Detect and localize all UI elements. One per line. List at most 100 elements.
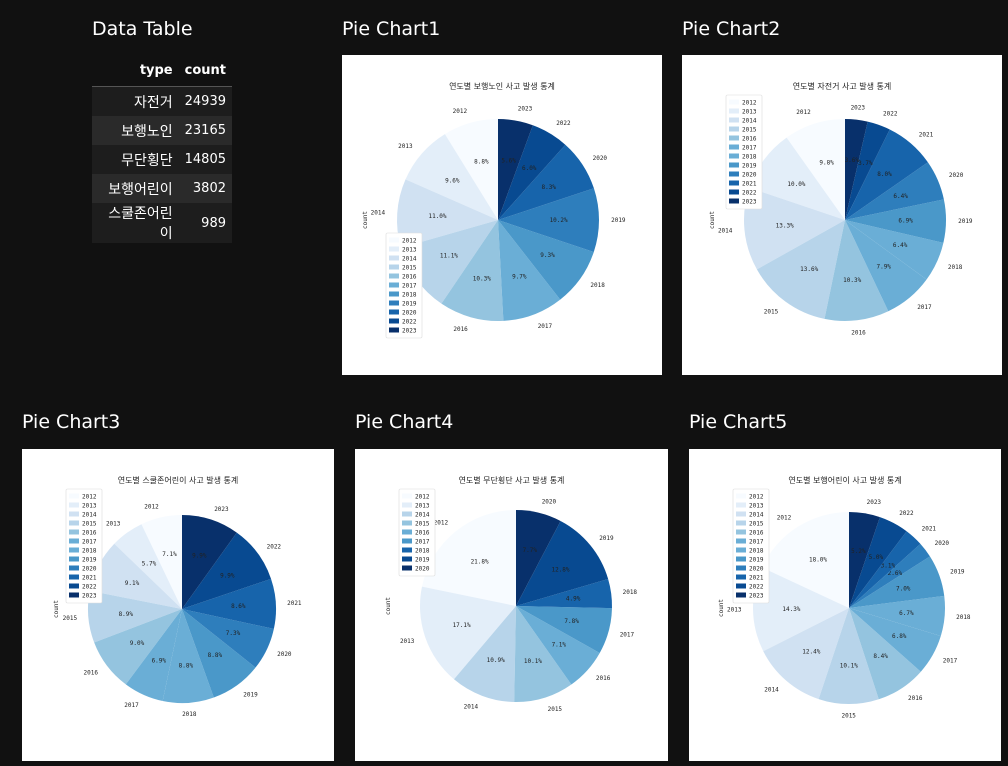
pie-svg: 연도별 보행어린이 사고 발생 통계 count 18.0% 2012 14.3% 201… xyxy=(718,475,971,720)
slice-percent-label: 6.9% xyxy=(898,218,913,225)
legend-label: 2019 xyxy=(82,557,97,564)
legend-label: 2018 xyxy=(742,154,757,161)
table-header-row: type count xyxy=(92,60,232,87)
slice-category-label: 2012 xyxy=(796,109,811,116)
slice-category-label: 2023 xyxy=(214,506,229,513)
slice-percent-label: 5.7% xyxy=(142,560,157,567)
legend-swatch xyxy=(729,126,739,132)
slice-category-label: 2016 xyxy=(851,329,866,336)
legend-swatch xyxy=(736,556,746,562)
legend-label: 2023 xyxy=(742,199,757,206)
legend-label: 2012 xyxy=(402,238,417,245)
pie-svg: 연도별 보행노인 사고 발생 통계 count 8.8% 2012 9.6% 2013 11… xyxy=(362,81,626,339)
legend-swatch xyxy=(69,556,79,562)
slice-percent-label: 10.1% xyxy=(840,663,858,670)
slice-percent-label: 9.9% xyxy=(220,572,235,579)
count-cell: 3802 xyxy=(178,174,232,203)
column-header-count: count xyxy=(178,60,232,87)
slice-category-label: 2019 xyxy=(599,535,614,542)
type-cell: 보행어린이 xyxy=(92,174,179,203)
chart-title: 연도별 무단횡단 사고 발생 통계 xyxy=(459,475,565,485)
slice-percent-label: 5.2% xyxy=(851,548,866,555)
legend-swatch xyxy=(69,565,79,571)
slice-percent-label: 7.1% xyxy=(162,551,177,558)
slice-category-label: 2020 xyxy=(542,499,557,506)
chart-title: 연도별 보행노인 사고 발생 통계 xyxy=(449,81,555,91)
legend-label: 2016 xyxy=(82,530,97,537)
legend-label: 2021 xyxy=(749,575,764,582)
legend-label: 2016 xyxy=(742,136,757,143)
slice-category-label: 2019 xyxy=(958,218,973,225)
legend-label: 2018 xyxy=(402,292,417,299)
legend-swatch xyxy=(729,189,739,195)
legend-label: 2020 xyxy=(742,172,757,179)
slice-percent-label: 8.9% xyxy=(119,611,134,618)
slice-category-label: 2015 xyxy=(548,706,563,713)
legend-swatch xyxy=(736,511,746,517)
legend-swatch xyxy=(736,538,746,544)
legend-label: 2013 xyxy=(415,503,430,510)
slice-category-label: 2020 xyxy=(949,172,964,179)
legend-swatch xyxy=(389,255,399,261)
data-table-heading: Data Table xyxy=(92,18,193,40)
legend-swatch xyxy=(729,180,739,186)
slice-percent-label: 6.7% xyxy=(899,610,914,617)
slice-category-label: 2023 xyxy=(851,105,866,112)
slice-category-label: 2014 xyxy=(371,209,386,216)
slice-percent-label: 8.0% xyxy=(877,171,892,178)
slice-category-label: 2021 xyxy=(919,131,934,138)
slice-percent-label: 8.8% xyxy=(208,652,223,659)
slice-percent-label: 11.1% xyxy=(440,253,458,260)
table-row: 보행어린이 3802 xyxy=(92,174,232,203)
slice-percent-label: 10.3% xyxy=(843,277,861,284)
legend-swatch xyxy=(736,547,746,553)
legend-swatch xyxy=(69,547,79,553)
table-row: 보행노인 23165 xyxy=(92,116,232,145)
pie-chart2-heading: Pie Chart2 xyxy=(682,18,781,40)
legend-label: 2023 xyxy=(402,328,417,335)
legend-swatch xyxy=(69,511,79,517)
legend-label: 2016 xyxy=(402,274,417,281)
pie-svg: 연도별 스쿨존어린이 사고 발생 통계 count 7.1% 2012 5.7% 2013… xyxy=(53,475,302,718)
slice-percent-label: 13.3% xyxy=(776,223,794,230)
legend-label: 2020 xyxy=(82,566,97,573)
slice-percent-label: 8.4% xyxy=(873,653,888,660)
legend-swatch xyxy=(729,171,739,177)
legend-label: 2017 xyxy=(415,539,430,546)
y-axis-label: count xyxy=(709,211,716,229)
count-cell: 989 xyxy=(178,203,232,243)
slice-category-label: 2017 xyxy=(620,631,635,638)
slice-percent-label: 9.3% xyxy=(540,252,555,259)
slice-percent-label: 10.2% xyxy=(550,217,568,224)
slice-category-label: 2015 xyxy=(764,308,779,315)
slice-category-label: 2020 xyxy=(593,155,608,162)
slice-category-label: 2012 xyxy=(434,520,449,527)
legend-label: 2015 xyxy=(749,521,764,528)
slice-category-label: 2015 xyxy=(841,713,856,720)
legend-label: 2013 xyxy=(402,247,417,254)
slice-percent-label: 10.3% xyxy=(473,275,491,282)
slice-percent-label: 6.0% xyxy=(522,165,537,172)
legend-swatch xyxy=(389,318,399,324)
slice-percent-label: 6.4% xyxy=(893,242,908,249)
slice-category-label: 2021 xyxy=(922,526,937,533)
legend-swatch xyxy=(69,502,79,508)
slice-category-label: 2021 xyxy=(287,600,302,607)
chart-title: 연도별 스쿨존어린이 사고 발생 통계 xyxy=(118,475,239,485)
slice-category-label: 2017 xyxy=(943,658,958,665)
legend-swatch xyxy=(729,135,739,141)
legend-swatch xyxy=(389,273,399,279)
legend-swatch xyxy=(69,592,79,598)
pie-chart1-heading: Pie Chart1 xyxy=(342,18,441,40)
legend-label: 2014 xyxy=(415,512,430,519)
legend-label: 2012 xyxy=(742,100,757,107)
legend-label: 2012 xyxy=(415,494,430,501)
legend-swatch xyxy=(736,493,746,499)
y-axis-label: count xyxy=(385,597,392,615)
legend-swatch xyxy=(69,493,79,499)
pie-chart3-heading: Pie Chart3 xyxy=(22,411,121,433)
legend-swatch xyxy=(736,574,746,580)
legend-swatch xyxy=(389,237,399,243)
slice-category-label: 2012 xyxy=(144,503,159,510)
legend-label: 2021 xyxy=(742,181,757,188)
